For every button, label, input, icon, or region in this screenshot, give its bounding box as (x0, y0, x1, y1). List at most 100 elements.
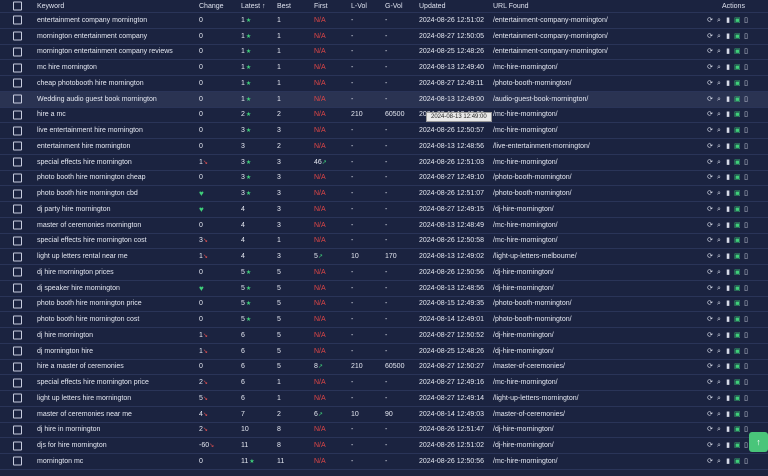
url-cell[interactable]: /mc-hire-mornington/ (493, 218, 558, 233)
trash-icon[interactable]: ▯ (743, 96, 749, 103)
refresh-icon[interactable]: ⟳ (707, 363, 713, 370)
trash-icon[interactable]: ▯ (743, 395, 749, 402)
search-icon[interactable]: ⌕ (716, 300, 722, 307)
url-cell[interactable]: /mc-hire-mornington/ (493, 60, 558, 75)
row-checkbox[interactable] (13, 173, 22, 183)
refresh-icon[interactable]: ⟳ (707, 379, 713, 386)
table-row[interactable]: photo booth hire mornington cbd ♥ 3 ★ 3 N… (0, 186, 768, 202)
trash-icon[interactable]: ▯ (743, 111, 749, 118)
copy-icon[interactable]: ▣ (734, 237, 741, 244)
trash-icon[interactable]: ▯ (743, 143, 749, 150)
row-checkbox[interactable] (13, 267, 22, 277)
row-checkbox[interactable] (13, 220, 22, 230)
row-checkbox[interactable] (13, 47, 22, 57)
search-icon[interactable]: ⌕ (716, 237, 722, 244)
trash-icon[interactable]: ▯ (743, 174, 749, 181)
trash-icon[interactable]: ▯ (743, 269, 749, 276)
chart-icon[interactable]: ▮ (725, 237, 731, 244)
chart-icon[interactable]: ▮ (725, 411, 731, 418)
search-icon[interactable]: ⌕ (716, 96, 722, 103)
chart-icon[interactable]: ▮ (725, 269, 731, 276)
search-icon[interactable]: ⌕ (716, 379, 722, 386)
refresh-icon[interactable]: ⟳ (707, 316, 713, 323)
copy-icon[interactable]: ▣ (734, 458, 741, 465)
trash-icon[interactable]: ▯ (743, 222, 749, 229)
chart-icon[interactable]: ▮ (725, 458, 731, 465)
table-row[interactable]: live entertainment hire mornington 0 3 ★ … (0, 123, 768, 139)
row-checkbox[interactable] (13, 315, 22, 325)
table-row[interactable]: special effects hire mornington cost 3 ↘… (0, 234, 768, 250)
url-cell[interactable]: /photo-booth-mornington/ (493, 297, 572, 312)
table-row[interactable]: cheap photobooth hire mornington 0 1 ★ 1 … (0, 76, 768, 92)
table-row[interactable]: Wedding audio guest book mornington 0 1 ★… (0, 91, 768, 108)
chart-icon[interactable]: ▮ (725, 143, 731, 150)
search-icon[interactable]: ⌕ (716, 143, 722, 150)
row-checkbox[interactable] (13, 330, 22, 340)
chart-icon[interactable]: ▮ (725, 426, 731, 433)
url-cell[interactable]: /light-up-letters-mornington/ (493, 391, 579, 406)
url-cell[interactable]: /audio-guest-book-mornington/ (493, 92, 588, 107)
search-icon[interactable]: ⌕ (716, 395, 722, 402)
chart-icon[interactable]: ▮ (725, 395, 731, 402)
copy-icon[interactable]: ▣ (734, 253, 741, 260)
table-row[interactable]: mc hire mornington 0 1 ★ 1 N/A - - 2024-0… (0, 60, 768, 76)
trash-icon[interactable]: ▯ (743, 80, 749, 87)
copy-icon[interactable]: ▣ (734, 80, 741, 87)
row-checkbox[interactable] (13, 236, 22, 246)
refresh-icon[interactable]: ⟳ (707, 190, 713, 197)
refresh-icon[interactable]: ⟳ (707, 332, 713, 339)
table-row[interactable]: photo booth hire mornington cheap 0 3 ★ 3… (0, 171, 768, 187)
chart-icon[interactable]: ▮ (725, 379, 731, 386)
row-checkbox[interactable] (13, 31, 22, 41)
refresh-icon[interactable]: ⟳ (707, 253, 713, 260)
chart-icon[interactable]: ▮ (725, 316, 731, 323)
table-row[interactable]: master of ceremonies mornington 0 4 3 N/… (0, 218, 768, 234)
url-cell[interactable]: /master-of-ceremonies/ (493, 407, 565, 422)
trash-icon[interactable]: ▯ (743, 190, 749, 197)
refresh-icon[interactable]: ⟳ (707, 127, 713, 134)
row-checkbox[interactable] (13, 378, 22, 388)
search-icon[interactable]: ⌕ (716, 253, 722, 260)
copy-icon[interactable]: ▣ (734, 222, 741, 229)
url-cell[interactable]: /photo-booth-mornington/ (493, 171, 572, 186)
copy-icon[interactable]: ▣ (734, 111, 741, 118)
url-cell[interactable]: /dj-hire-mornington/ (493, 328, 554, 343)
chart-icon[interactable]: ▮ (725, 442, 731, 449)
table-row[interactable]: dj hire mornington 1 ↘ 6 5 N/A - - 2024-… (0, 328, 768, 344)
copy-icon[interactable]: ▣ (734, 96, 741, 103)
trash-icon[interactable]: ▯ (743, 48, 749, 55)
chart-icon[interactable]: ▮ (725, 33, 731, 40)
chart-icon[interactable]: ▮ (725, 127, 731, 134)
chart-icon[interactable]: ▮ (725, 190, 731, 197)
table-row[interactable]: light up letters rental near me 1 ↘ 4 3 … (0, 249, 768, 265)
copy-icon[interactable]: ▣ (734, 348, 741, 355)
refresh-icon[interactable]: ⟳ (707, 143, 713, 150)
table-row[interactable]: entertainment company mornington 0 1 ★ 1 … (0, 13, 768, 29)
search-icon[interactable]: ⌕ (716, 48, 722, 55)
refresh-icon[interactable]: ⟳ (707, 300, 713, 307)
search-icon[interactable]: ⌕ (716, 80, 722, 87)
search-icon[interactable]: ⌕ (716, 348, 722, 355)
trash-icon[interactable]: ▯ (743, 64, 749, 71)
table-row[interactable]: mornington mc 0 11 ★ 11 N/A - - 2024-08-2… (0, 454, 768, 470)
refresh-icon[interactable]: ⟳ (707, 458, 713, 465)
col-lvol[interactable]: L-Vol (351, 0, 367, 12)
row-checkbox[interactable] (13, 126, 22, 136)
row-checkbox[interactable] (13, 15, 22, 25)
url-cell[interactable]: /light-up-letters-melbourne/ (493, 249, 577, 264)
chart-icon[interactable]: ▮ (725, 332, 731, 339)
chart-icon[interactable]: ▮ (725, 206, 731, 213)
trash-icon[interactable]: ▯ (743, 127, 749, 134)
table-row[interactable]: djs for hire mornington -60 ↘ 11 8 N/A -… (0, 438, 768, 454)
refresh-icon[interactable]: ⟳ (707, 269, 713, 276)
url-cell[interactable]: /dj-hire-mornington/ (493, 281, 554, 296)
row-checkbox[interactable] (13, 299, 22, 309)
url-cell[interactable]: /dj-hire-mornington/ (493, 265, 554, 280)
copy-icon[interactable]: ▣ (734, 363, 741, 370)
search-icon[interactable]: ⌕ (716, 316, 722, 323)
chart-icon[interactable]: ▮ (725, 64, 731, 71)
trash-icon[interactable]: ▯ (743, 300, 749, 307)
copy-icon[interactable]: ▣ (734, 300, 741, 307)
row-checkbox[interactable] (13, 346, 22, 356)
table-row[interactable]: hire a master of ceremonies 0 6 5 8 ↗ 21… (0, 360, 768, 376)
